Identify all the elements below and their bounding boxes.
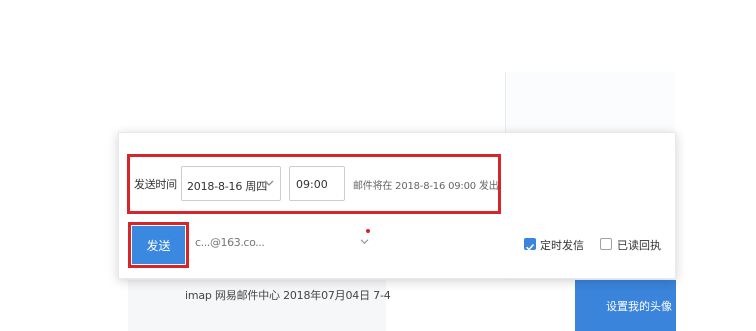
read-receipt-label[interactable]: 已读回执 <box>617 237 661 253</box>
check-icon <box>524 238 536 251</box>
schedule-highlight-box <box>127 154 501 214</box>
set-avatar-button[interactable]: 设置我的头像 <box>575 280 676 331</box>
notification-dot <box>366 229 370 233</box>
read-receipt-checkbox[interactable] <box>600 238 612 250</box>
list-item[interactable]: imap 网易邮件中心 2018年07月04日 7-4 <box>185 287 391 303</box>
sender-account-select[interactable]: c...@163.co... <box>195 236 265 249</box>
chevron-down-icon[interactable] <box>360 238 369 248</box>
timed-send-label[interactable]: 定时发信 <box>540 237 584 253</box>
send-button[interactable]: 发送 <box>132 226 185 264</box>
content-area <box>386 280 576 331</box>
